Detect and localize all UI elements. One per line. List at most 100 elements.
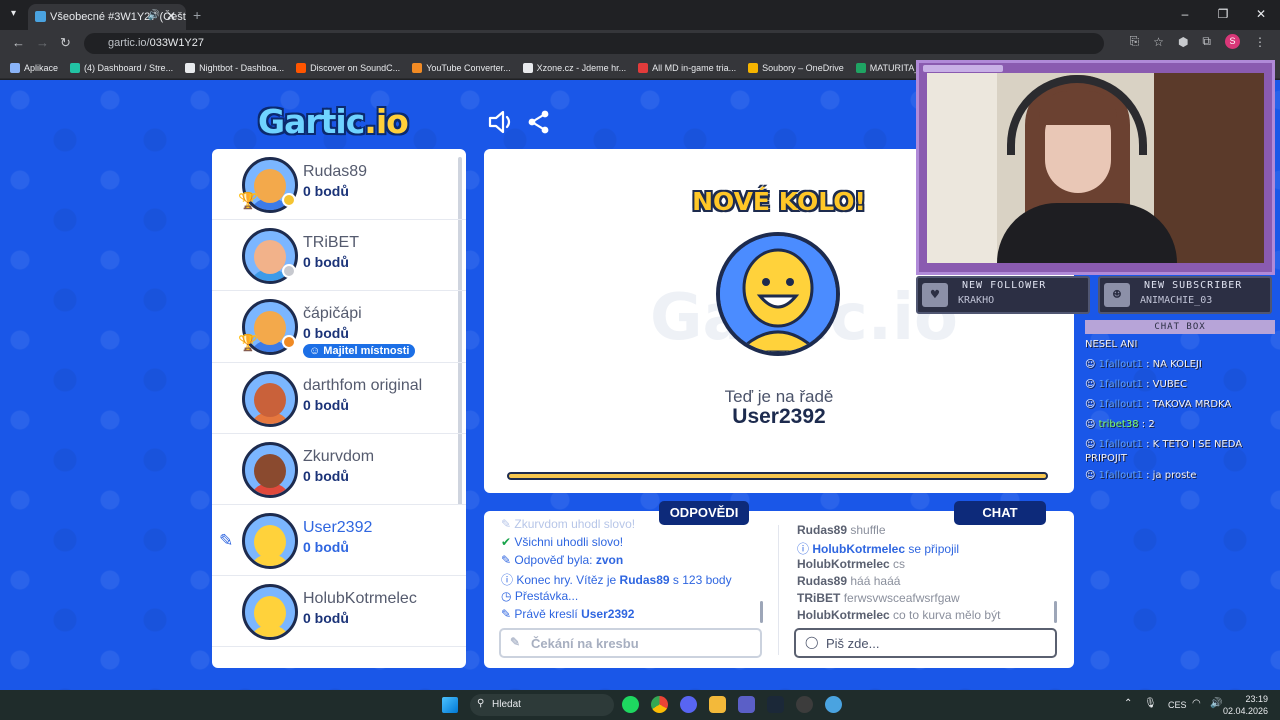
bookmark-item[interactable]: Aplikace [10, 62, 58, 73]
answers-chat-panel: ODPOVĚDI CHAT ✎ Zkurvdom uhodl slovo! ✔ … [484, 501, 1074, 668]
player-points: 0 bodů [303, 254, 349, 271]
bookmark-label: Xzone.cz - Jdeme hr... [536, 62, 627, 73]
tab-chat[interactable]: CHAT [954, 501, 1046, 525]
bookmark-favicon-icon [185, 62, 196, 73]
new-tab-icon[interactable]: + [193, 7, 201, 23]
tab-audio-icon[interactable]: 🔊 [148, 10, 160, 21]
new-subscriber-alert: ☻ NEW SUBSCRIBER ANIMACHIE_03 [1098, 276, 1272, 314]
microphone-icon[interactable]: 🎙 [1144, 698, 1157, 709]
menu-kebab-icon[interactable]: ⋮ [1254, 35, 1266, 49]
gartic-logo[interactable]: Gartic.io [258, 102, 409, 141]
player-row[interactable]: 🏆 čápičápi 0 bodů ☺ Majitel místnosti [212, 291, 466, 363]
round-timer-fill [509, 474, 1046, 478]
drawing-pencil-icon: ✎ [219, 530, 234, 550]
cast-icon[interactable]: ⎘ [1130, 34, 1140, 49]
teams-icon[interactable] [738, 696, 755, 713]
player-avatar [242, 584, 298, 641]
bookmark-item[interactable]: All MD in-game tria... [638, 62, 737, 73]
close-window-icon[interactable]: ✕ [1242, 0, 1280, 30]
clock[interactable]: 23:19 02.04.2026 [1223, 693, 1268, 717]
bookmark-favicon-icon [70, 62, 81, 73]
player-name: TRiBET [303, 234, 359, 252]
gartic-favicon-icon [35, 11, 46, 22]
app-icon[interactable] [825, 696, 842, 713]
chatbox-line: ☺ 1fallout1 : ja proste [1085, 470, 1197, 481]
chatbox-messages: NESEL ANI ☺ 1fallout1 : NA KOLEJI ☺ 1fallo… [1085, 335, 1275, 498]
webcam-overlay [916, 60, 1275, 275]
player-row[interactable]: darthfom original 0 bodů [212, 363, 466, 434]
chat-user-icon: ☺ [1085, 470, 1099, 481]
spotify-icon[interactable] [622, 696, 639, 713]
share-icon[interactable] [527, 109, 551, 135]
chat-message: TRiBET ferwsvwsceafwsrfgaw [797, 591, 960, 605]
webcam-feed [927, 73, 1264, 263]
player-points: 0 bodů [303, 538, 349, 555]
extension-icon[interactable]: ⬢ [1178, 35, 1188, 49]
player-row[interactable]: 🏆 Rudas89 0 bodů [212, 149, 466, 221]
answer-input[interactable]: ✎ Čekání na kresbu [499, 628, 762, 658]
bookmark-item[interactable]: Xzone.cz - Jdeme hr... [522, 62, 627, 73]
player-row[interactable]: Zkurvdom 0 bodů [212, 434, 466, 505]
bookmark-item[interactable]: YouTube Converter... [412, 62, 511, 73]
discord-icon[interactable] [680, 696, 697, 713]
player-row[interactable]: ✎ User2392 0 bodů [212, 504, 466, 577]
bookmark-label: Nightbot - Dashboa... [199, 62, 285, 73]
restore-icon[interactable]: ❐ [1204, 0, 1242, 30]
window-controls: – ❐ ✕ [1166, 0, 1280, 30]
chat-message: HolubKotrmelec co to kurva mělo být [797, 608, 1001, 622]
keyboard-language[interactable]: CES [1168, 700, 1187, 710]
webcam-frame-bar [923, 65, 1003, 72]
bookmark-item[interactable]: Discover on SoundC... [296, 62, 400, 73]
steam-icon[interactable] [767, 696, 784, 713]
chat-scrollbar[interactable] [1054, 601, 1057, 623]
new-subscriber-title: NEW SUBSCRIBER [1144, 280, 1243, 291]
bookmark-star-icon[interactable]: ☆ [1153, 35, 1164, 49]
chrome-icon[interactable] [651, 696, 668, 713]
player-list: 🏆 Rudas89 0 bodů TRiBET 0 bodů 🏆 čápičápi 0 bod… [212, 149, 466, 668]
bookmark-item[interactable]: Nightbot - Dashboa... [185, 62, 285, 73]
extensions-puzzle-icon[interactable]: ⧉ [1202, 34, 1211, 49]
chatbox-title: CHAT BOX [1085, 320, 1275, 334]
tab-search-chevron-icon[interactable]: ▾ [11, 8, 16, 19]
new-follower-title: NEW FOLLOWER [962, 280, 1047, 291]
bookmark-label: Soubory – OneDrive [762, 62, 844, 73]
browser-tab-active[interactable]: Všeobecné #3W1Y27 (Češt 🔊 ✕ [28, 4, 186, 30]
bookmark-item[interactable]: Soubory – OneDrive [748, 62, 844, 73]
sound-icon[interactable] [487, 109, 515, 135]
answers-scrollbar[interactable] [760, 601, 763, 623]
chatbox-line: ☺ 1fallout1 : NA KOLEJI [1085, 359, 1202, 370]
tab-close-icon[interactable]: ✕ [166, 9, 176, 23]
profile-avatar[interactable]: S [1225, 34, 1240, 49]
log-line: ✔ Všichni uhodli slovo! [501, 535, 624, 549]
chat-input[interactable]: ◯ Piš zde... [794, 628, 1057, 658]
url-path: 033W1Y27 [149, 37, 205, 49]
chat-user-icon: ☺ [1085, 399, 1099, 410]
player-row[interactable]: HolubKotrmelec 0 bodů [212, 576, 466, 648]
bookmark-label: All MD in-game tria... [652, 62, 737, 73]
player-status-dot [282, 264, 296, 279]
room-owner-badge: ☺ Majitel místnosti [303, 344, 416, 359]
reload-icon[interactable]: ↻ [60, 35, 71, 51]
player-row[interactable]: TRiBET 0 bodů [212, 220, 466, 292]
taskbar-search[interactable]: ⚲ Hledat [470, 694, 614, 716]
log-icon: ✎ [501, 607, 512, 621]
log-icon: ⓘ [501, 573, 514, 587]
obs-icon[interactable] [796, 696, 813, 713]
browser-toolbar: ← → ↻ gartic.io/033W1Y27 ⎘ ☆ ⬢ ⧉ S ⋮ [0, 30, 1280, 57]
forward-icon[interactable]: → [36, 35, 49, 50]
address-bar[interactable]: gartic.io/033W1Y27 [84, 33, 1104, 54]
minimize-icon[interactable]: – [1166, 0, 1204, 30]
volume-icon[interactable]: 🔊 [1210, 698, 1222, 709]
player-points: 0 bodů [303, 467, 349, 484]
bookmark-item[interactable]: (4) Dashboard / Stre... [70, 62, 173, 73]
wifi-icon[interactable]: ◠ [1192, 698, 1201, 709]
chatbox-line: ☺ 1fallout1 : VUBEC [1085, 379, 1187, 390]
log-icon: ✔ [501, 535, 512, 549]
windows-start-icon[interactable] [442, 697, 458, 713]
file-explorer-icon[interactable] [709, 696, 726, 713]
back-icon[interactable]: ← [12, 35, 25, 50]
tray-chevron-icon[interactable]: ⌃ [1124, 698, 1132, 709]
chatbox-line: ☺ 1fallout1 : TAKOVA MRDKA [1085, 399, 1232, 410]
bookmark-favicon-icon [10, 62, 20, 73]
log-line: ✎ Odpověď byla: zvon [501, 553, 624, 567]
